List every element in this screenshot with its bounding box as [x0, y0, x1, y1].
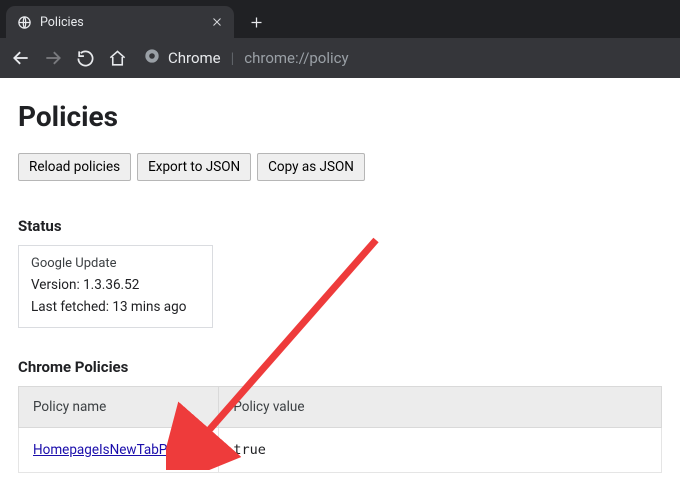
tab-strip: Policies: [0, 0, 680, 38]
globe-icon: [16, 14, 32, 30]
external-link-icon: [192, 444, 204, 456]
browser-chrome: Policies Chrome |: [0, 0, 680, 78]
tab-title: Policies: [40, 15, 202, 30]
omnibox-separator: |: [231, 49, 235, 67]
col-policy-name: Policy name: [19, 387, 219, 428]
reload-policies-button[interactable]: Reload policies: [18, 153, 131, 181]
omnibox-chip-label: Chrome: [168, 49, 221, 67]
chrome-icon: [144, 48, 160, 68]
address-bar[interactable]: Chrome | chrome://policy: [144, 48, 349, 68]
page-title: Policies: [18, 100, 662, 133]
policy-name-link[interactable]: HomepageIsNewTabPage: [33, 442, 204, 458]
status-last-fetched: Last fetched: 13 mins ago: [31, 299, 200, 315]
action-button-row: Reload policies Export to JSON Copy as J…: [18, 153, 662, 181]
copy-json-button[interactable]: Copy as JSON: [257, 153, 365, 181]
policies-table: Policy name Policy value HomepageIsNewTa…: [18, 386, 662, 473]
home-button[interactable]: [106, 47, 128, 69]
status-heading: Status: [18, 217, 662, 235]
browser-toolbar: Chrome | chrome://policy: [0, 38, 680, 78]
forward-button[interactable]: [42, 47, 64, 69]
chrome-policies-heading: Chrome Policies: [18, 358, 662, 376]
reload-button[interactable]: [74, 47, 96, 69]
status-box: Google Update Version: 1.3.36.52 Last fe…: [18, 245, 213, 328]
omnibox-chip: Chrome: [144, 48, 221, 68]
status-version: Version: 1.3.36.52: [31, 277, 200, 293]
back-button[interactable]: [10, 47, 32, 69]
omnibox-url: chrome://policy: [244, 49, 348, 67]
browser-tab[interactable]: Policies: [6, 6, 234, 38]
col-policy-value: Policy value: [219, 387, 662, 428]
export-json-button[interactable]: Export to JSON: [137, 153, 251, 181]
status-legend: Google Update: [31, 256, 200, 271]
page-content: Policies Reload policies Export to JSON …: [0, 78, 680, 491]
new-tab-button[interactable]: [242, 8, 270, 36]
close-icon[interactable]: [210, 15, 224, 29]
policy-value-cell: true: [219, 428, 662, 473]
table-row: HomepageIsNewTabPage true: [19, 428, 662, 473]
